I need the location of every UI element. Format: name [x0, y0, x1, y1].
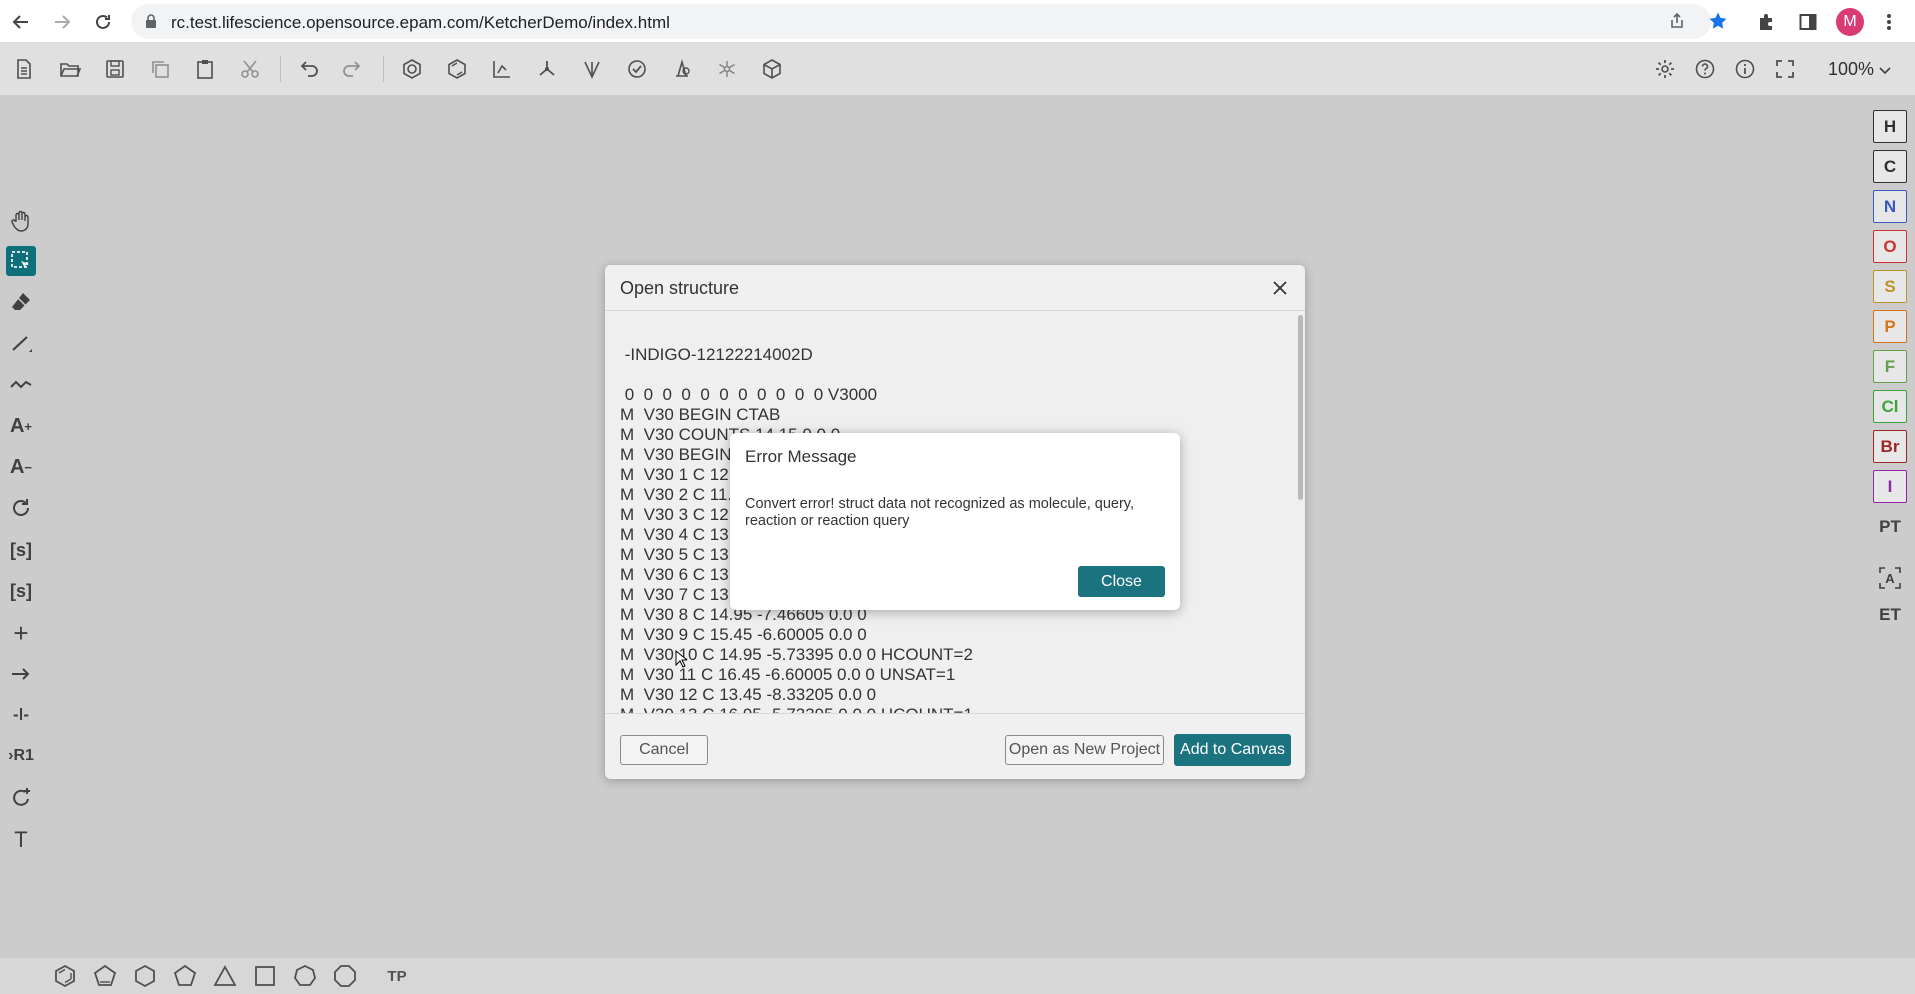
open-as-new-project-button[interactable]: Open as New Project: [1005, 735, 1164, 765]
molfile-line: M V30 11 C 16.45 -6.60005 0.0 0 UNSAT=1: [620, 665, 956, 684]
molfile-line: M V30 10 C 14.95 -5.73395 0.0 0 HCOUNT=2: [620, 645, 973, 664]
cancel-button[interactable]: Cancel: [620, 735, 708, 765]
error-text: Convert error! struct data not recognize…: [745, 496, 1135, 529]
error-message-dialog: Error Message Convert error! struct data…: [730, 433, 1180, 610]
close-button[interactable]: Close: [1078, 566, 1165, 597]
molfile-line: M V30 BEGIN CTAB: [620, 405, 781, 424]
extensions-puzzle-icon[interactable]: [1754, 9, 1780, 35]
forward-arrow-icon[interactable]: [49, 9, 75, 35]
kebab-menu-icon[interactable]: [1876, 9, 1902, 35]
address-bar[interactable]: rc.test.lifescience.opensource.epam.com/…: [131, 4, 1727, 39]
bookmark-star-icon[interactable]: [1705, 8, 1731, 34]
molfile-line: M V30 9 C 15.45 -6.60005 0.0 0: [620, 625, 867, 644]
browser-toolbar: rc.test.lifescience.opensource.epam.com/…: [0, 0, 1915, 43]
molfile-line: M V30 13 C 16.95 -5.73395 0.0 0 HCOUNT=1: [620, 705, 973, 713]
scrollbar-thumb[interactable]: [1298, 315, 1303, 500]
molfile-line: -INDIGO-12122214002D: [620, 345, 813, 364]
dialog-header: Open structure: [605, 265, 1305, 311]
side-panel-icon[interactable]: [1795, 9, 1821, 35]
url-text[interactable]: rc.test.lifescience.opensource.epam.com/…: [171, 13, 670, 33]
dialog-title: Open structure: [620, 278, 740, 298]
reload-icon[interactable]: [90, 9, 116, 35]
share-icon[interactable]: [1664, 8, 1690, 34]
add-to-canvas-button[interactable]: Add to Canvas: [1174, 734, 1291, 766]
close-icon[interactable]: [1267, 275, 1293, 301]
molfile-line: 0 0 0 0 0 0 0 0 0 0 0 V3000: [620, 385, 878, 404]
mouse-cursor-icon: [675, 649, 689, 673]
error-title: Error Message: [745, 447, 857, 466]
molfile-line: M V30 12 C 13.45 -8.33205 0.0 0: [620, 685, 877, 704]
molfile-line: [620, 365, 973, 385]
profile-avatar[interactable]: M: [1836, 8, 1864, 36]
lock-icon[interactable]: [145, 14, 157, 34]
back-arrow-icon[interactable]: [8, 9, 34, 35]
